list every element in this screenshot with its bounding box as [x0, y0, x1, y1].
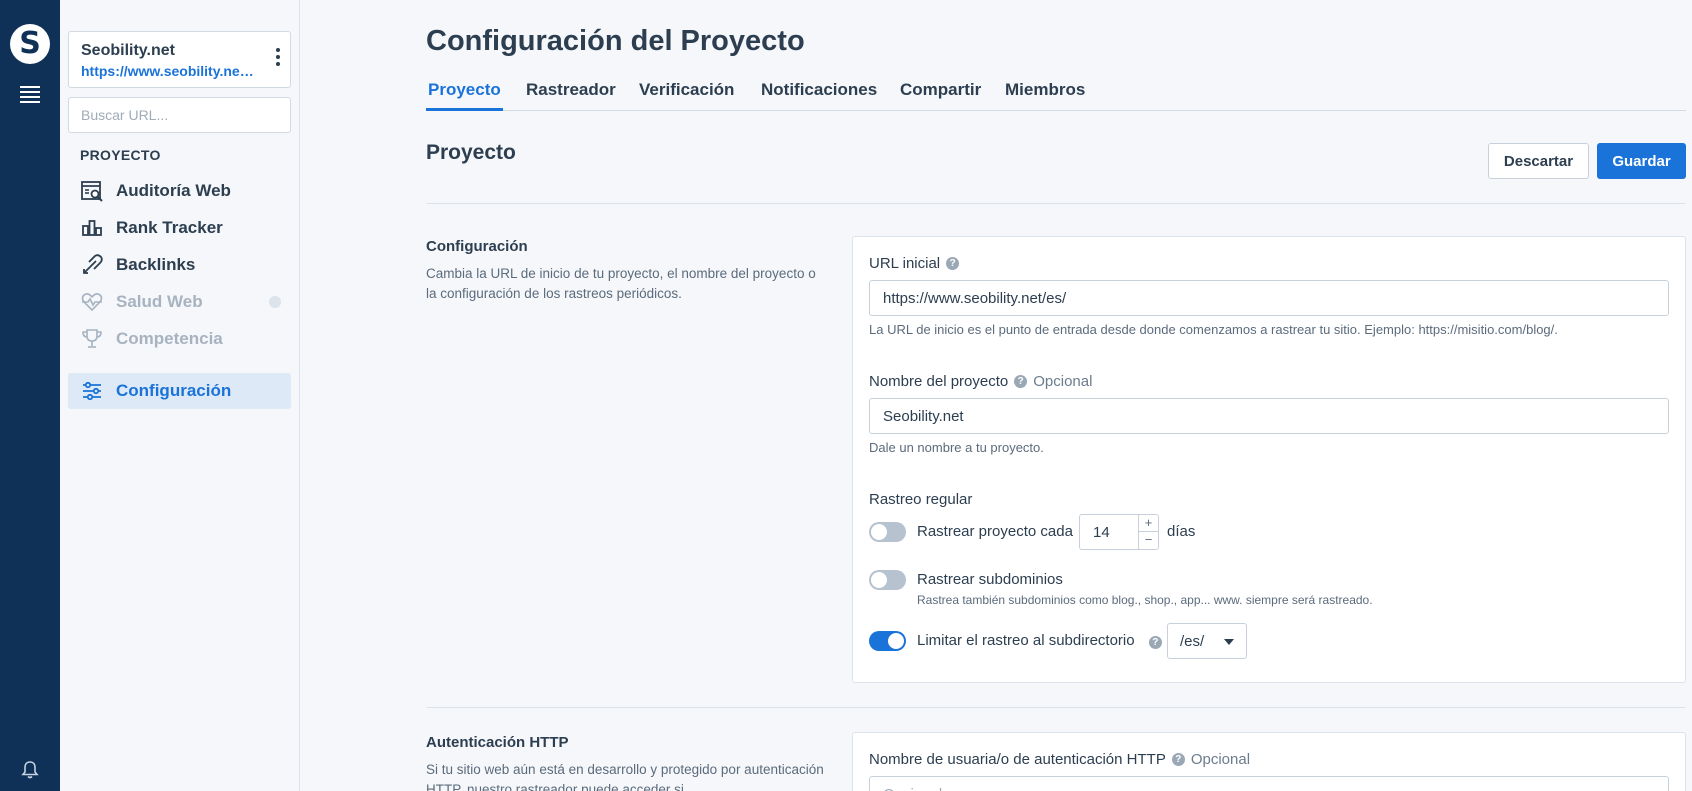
settings-tabs: Proyecto Rastreador Verificación Notific… [426, 76, 1686, 111]
project-name-help: Dale un nombre a tu proyecto. [869, 440, 1044, 455]
sidebar-item-settings[interactable]: Configuración [68, 373, 291, 409]
project-switcher[interactable]: Seobility.net https://www.seobility.net/… [68, 31, 291, 88]
regular-crawl-label: Rastreo regular [869, 491, 973, 508]
sidebar-item-label: Auditoría Web [116, 181, 231, 200]
crawl-every-label: Rastrear proyecto cada [917, 523, 1073, 540]
sidebar-item-competition[interactable]: Competencia [68, 321, 291, 357]
crawl-interval-value: 14 [1093, 524, 1110, 541]
crawl-interval-unit: días [1167, 523, 1196, 540]
app-rail: S [0, 0, 60, 791]
sidebar-item-rank-tracker[interactable]: Rank Tracker [68, 210, 291, 246]
limit-subdirectory-toggle[interactable] [869, 631, 906, 651]
sidebar-item-label: Rank Tracker [116, 218, 223, 237]
start-url-input[interactable] [869, 280, 1669, 316]
subdirectory-select[interactable]: /es/ [1167, 623, 1247, 659]
help-icon[interactable]: ? [1148, 636, 1162, 649]
sidebar-item-label: Backlinks [116, 255, 196, 274]
more-options-icon[interactable] [276, 48, 280, 69]
subdomains-toggle[interactable] [869, 570, 906, 590]
project-name: Seobility.net [81, 42, 175, 59]
status-dot [269, 296, 281, 308]
tab-notifications[interactable]: Notificaciones [759, 76, 879, 111]
auth-block-title: Autenticación HTTP [426, 734, 569, 751]
sidebar-item-site-health[interactable]: Salud Web [68, 284, 291, 320]
auth-username-label: Nombre de usuaria/o de autenticación HTT… [869, 751, 1251, 768]
limit-subdirectory-label: Limitar el rastreo al subdirectorio ? [917, 632, 1162, 649]
auth-card: Nombre de usuaria/o de autenticación HTT… [852, 732, 1686, 791]
sidebar-section-label: PROYECTO [80, 147, 161, 163]
sliders-icon [83, 381, 101, 401]
sidebar-item-backlinks[interactable]: Backlinks [68, 247, 291, 283]
increment-button[interactable]: + [1139, 515, 1158, 532]
subdomains-label: Rastrear subdominios [917, 571, 1063, 588]
subdirectory-value: /es/ [1180, 633, 1205, 650]
rank-tracker-icon [82, 220, 102, 236]
crawl-interval-stepper[interactable]: 14 + − [1079, 514, 1159, 550]
subdomains-help: Rastrea también subdominios como blog., … [917, 593, 1373, 607]
sidebar-item-label: Configuración [116, 381, 232, 400]
sidebar: Seobility.net https://www.seobility.net/… [60, 0, 300, 791]
site-audit-icon [81, 181, 103, 202]
bell-icon[interactable] [20, 760, 40, 780]
heartbeat-icon [81, 293, 103, 312]
divider [426, 203, 1686, 204]
start-url-label: URL inicial ? [869, 255, 960, 272]
help-icon[interactable]: ? [1171, 753, 1185, 766]
seobility-logo-icon[interactable]: S [10, 24, 50, 64]
tab-crawler[interactable]: Rastreador [524, 76, 618, 111]
chevron-down-icon [1224, 639, 1234, 645]
sidebar-item-label: Salud Web [116, 292, 203, 311]
help-icon[interactable]: ? [946, 257, 960, 270]
sidebar-item-site-audit[interactable]: Auditoría Web [68, 173, 291, 209]
save-button[interactable]: Guardar [1597, 143, 1686, 179]
project-name-label: Nombre del proyecto ? Opcional [869, 373, 1093, 390]
auth-block-description: Si tu sitio web aún está en desarrollo y… [426, 762, 824, 791]
crawl-every-toggle[interactable] [869, 522, 906, 542]
config-block-title: Configuración [426, 238, 528, 255]
project-url[interactable]: https://www.seobility.net/es/ [81, 63, 256, 79]
decrement-button[interactable]: − [1139, 532, 1158, 549]
page-title: Configuración del Proyecto [426, 25, 805, 57]
search-url-input[interactable] [68, 97, 291, 133]
backlinks-icon [83, 254, 103, 274]
tab-members[interactable]: Miembros [1003, 76, 1087, 111]
sidebar-item-label: Competencia [116, 329, 223, 348]
tab-share[interactable]: Compartir [898, 76, 983, 111]
help-icon[interactable]: ? [1014, 375, 1028, 388]
section-title: Proyecto [426, 141, 516, 164]
optional-label: Opcional [1190, 751, 1251, 768]
discard-button[interactable]: Descartar [1488, 143, 1589, 179]
config-card: URL inicial ? La URL de inicio es el pun… [852, 236, 1686, 683]
auth-username-input[interactable] [869, 776, 1669, 791]
start-url-help: La URL de inicio es el punto de entrada … [869, 322, 1558, 337]
tab-project[interactable]: Proyecto [426, 76, 503, 111]
menu-icon[interactable] [20, 86, 40, 106]
config-block-description: Cambia la URL de inicio de tu proyecto, … [426, 266, 816, 301]
optional-label: Opcional [1033, 373, 1093, 390]
project-name-input[interactable] [869, 398, 1669, 434]
divider [426, 707, 1686, 708]
trophy-icon [82, 329, 102, 348]
tab-verification[interactable]: Verificación [637, 76, 736, 111]
